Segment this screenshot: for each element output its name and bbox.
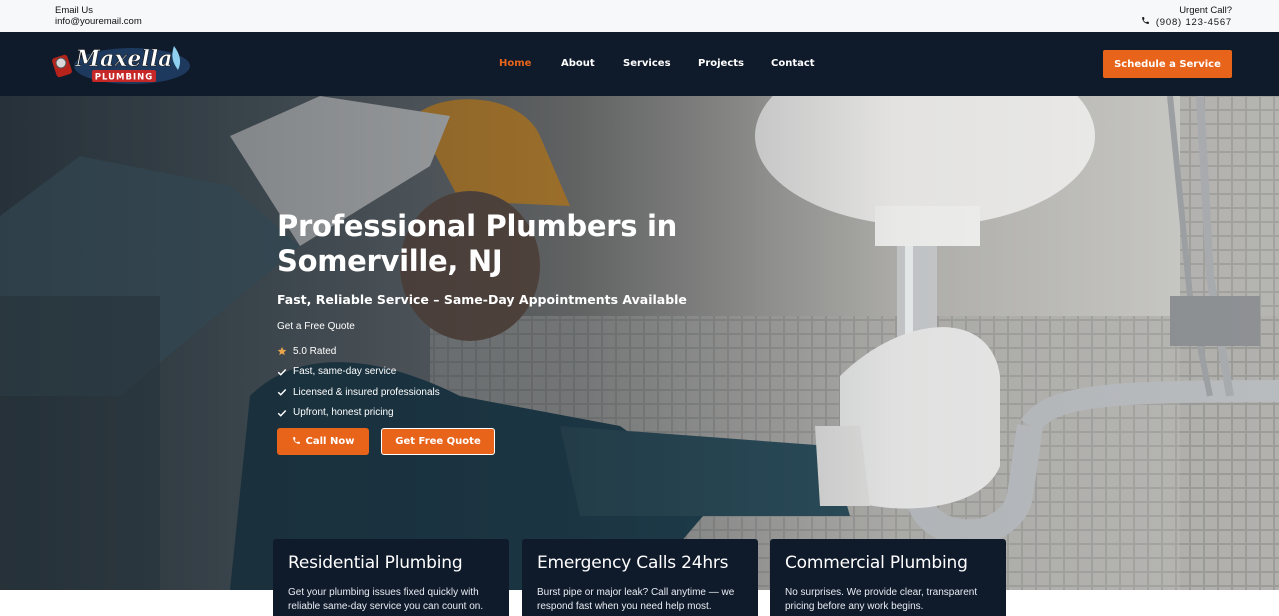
check-icon [277, 387, 287, 397]
get-free-quote-button[interactable]: Get Free Quote [381, 428, 495, 455]
nav-home[interactable]: Home [499, 58, 531, 69]
feature-item: Licensed & insured professionals [277, 382, 440, 403]
urgent-call-block: Urgent Call? (908) 123-4567 [1141, 5, 1232, 28]
hero-section: Professional Plumbers in Somerville, NJ … [0, 96, 1279, 590]
check-icon [277, 408, 287, 418]
card-text: No surprises. We provide clear, transpar… [785, 587, 978, 612]
nav-about[interactable]: About [561, 58, 595, 69]
hero-title: Professional Plumbers in Somerville, NJ [277, 209, 677, 278]
service-card-residential[interactable]: Residential Plumbing Get your plumbing i… [273, 539, 509, 616]
phone-icon [292, 436, 301, 448]
email-link[interactable]: info@youremail.com [55, 16, 142, 27]
call-now-label: Call Now [305, 436, 355, 447]
phone-number: (908) 123-4567 [1155, 16, 1232, 28]
top-contact-bar: Email Us info@youremail.com Urgent Call?… [0, 0, 1279, 32]
service-card-emergency[interactable]: Emergency Calls 24hrs Burst pipe or majo… [522, 539, 758, 616]
call-now-button[interactable]: Call Now [277, 428, 369, 455]
schedule-service-button[interactable]: Schedule a Service [1103, 50, 1232, 78]
main-navigation: Maxella PLUMBING Home About Services Pro… [0, 32, 1279, 96]
star-icon [277, 346, 287, 356]
email-label: Email Us [55, 5, 94, 16]
feature-item: Upfront, honest pricing [277, 403, 440, 424]
urgent-call-label: Urgent Call? [1179, 5, 1232, 16]
card-title: Emergency Calls 24hrs [537, 553, 729, 573]
email-block: Email Us info@youremail.com [55, 5, 142, 27]
hero-overlay [0, 96, 1279, 590]
feature-item: 5.0 Rated [277, 341, 440, 362]
feature-text: Upfront, honest pricing [293, 407, 394, 419]
nav-services[interactable]: Services [623, 58, 671, 69]
hero-subtitle: Fast, Reliable Service – Same-Day Appoin… [277, 292, 687, 307]
feature-text: Licensed & insured professionals [293, 386, 440, 398]
logo-subtext: PLUMBING [95, 73, 153, 83]
phone-icon [1141, 16, 1150, 28]
nav-projects[interactable]: Projects [698, 58, 744, 69]
feature-item: Fast, same-day service [277, 362, 440, 383]
feature-list: 5.0 Rated Fast, same-day service License… [277, 341, 440, 423]
free-quote-label: Get a Free Quote [277, 321, 355, 332]
logo-graphic: Maxella PLUMBING [52, 46, 190, 84]
check-icon [277, 367, 287, 377]
card-title: Residential Plumbing [288, 553, 463, 573]
feature-text: Fast, same-day service [293, 366, 397, 378]
feature-text: 5.0 Rated [293, 345, 337, 357]
card-text: Burst pipe or major leak? Call anytime —… [537, 587, 735, 612]
phone-link[interactable]: (908) 123-4567 [1141, 16, 1232, 28]
nav-contact[interactable]: Contact [771, 58, 815, 69]
card-title: Commercial Plumbing [785, 553, 968, 573]
card-text: Get your plumbing issues fixed quickly w… [288, 587, 484, 612]
service-card-commercial[interactable]: Commercial Plumbing No surprises. We pro… [770, 539, 1006, 616]
maxella-logo[interactable]: Maxella PLUMBING [52, 36, 194, 92]
logo-wordmark: Maxella [75, 46, 173, 72]
